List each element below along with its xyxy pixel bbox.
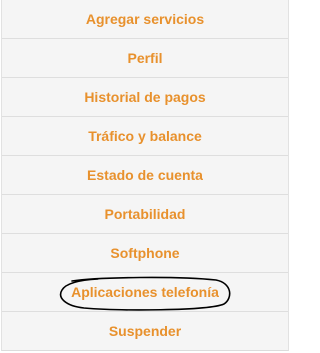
menu-item-perfil[interactable]: Perfil [2, 39, 288, 78]
menu-item-aplicaciones-telefonia[interactable]: Aplicaciones telefonía [2, 273, 288, 312]
menu-item-suspender[interactable]: Suspender [2, 312, 288, 350]
menu-item-agregar-servicios[interactable]: Agregar servicios [2, 0, 288, 39]
menu-item-label: Estado de cuenta [87, 167, 203, 183]
menu-item-label: Suspender [108, 323, 182, 339]
menu-item-label: Tráfico y balance [88, 128, 202, 144]
menu-item-historial-de-pagos[interactable]: Historial de pagos [2, 78, 288, 117]
menu-item-label: Agregar servicios [85, 11, 205, 27]
menu-item-label: Portabilidad [104, 206, 186, 222]
menu-item-trafico-y-balance[interactable]: Tráfico y balance [2, 117, 288, 156]
account-menu: Agregar servicios Perfil Historial de pa… [1, 0, 289, 351]
menu-item-estado-de-cuenta[interactable]: Estado de cuenta [2, 156, 288, 195]
menu-item-label: Perfil [127, 50, 163, 66]
menu-item-label: Aplicaciones telefonía [71, 284, 219, 300]
menu-item-portabilidad[interactable]: Portabilidad [2, 195, 288, 234]
menu-item-label: Historial de pagos [84, 89, 206, 105]
menu-item-softphone[interactable]: Softphone [2, 234, 288, 273]
menu-item-label: Softphone [110, 245, 180, 261]
